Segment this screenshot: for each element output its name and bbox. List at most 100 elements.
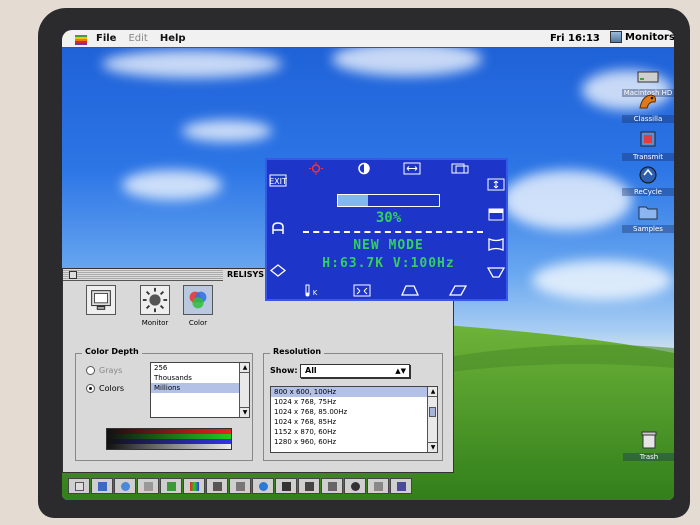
toolbar-label: Color <box>188 319 208 327</box>
desktop-icon-recycle[interactable]: ReCycle <box>622 165 674 196</box>
desktop-icon-trash[interactable]: Trash <box>623 430 674 461</box>
strip-button[interactable] <box>252 478 274 494</box>
strip-button[interactable] <box>114 478 136 494</box>
desktop-icon-label: Classilla <box>622 115 674 123</box>
osd-progress-bar <box>337 194 440 207</box>
toolbar-color-button[interactable]: Color <box>178 285 218 335</box>
toolbar-monitor-button[interactable] <box>81 285 121 335</box>
trash-icon <box>641 431 657 449</box>
grays-label: Grays <box>99 366 123 375</box>
scroll-up-icon[interactable]: ▲ <box>428 387 437 397</box>
desktop-icon-classilla[interactable]: Classilla <box>622 92 674 123</box>
menu-help[interactable]: Help <box>160 33 186 44</box>
list-item[interactable]: 256 <box>151 363 249 373</box>
desktop-icon-label: Trash <box>623 453 674 461</box>
scroll-thumb[interactable] <box>429 407 436 417</box>
apple-menu-icon[interactable] <box>74 33 88 45</box>
list-item[interactable]: 1280 x 960, 60Hz <box>271 437 437 447</box>
desktop-icon-label: ReCycle <box>622 188 674 196</box>
colors-label: Colors <box>99 384 125 393</box>
strip-button[interactable] <box>137 478 159 494</box>
list-item[interactable]: 1024 x 768, 85Hz <box>271 417 437 427</box>
osd-progress-fill <box>338 195 369 206</box>
toolbar-label: Monitor <box>141 319 169 327</box>
close-box-icon[interactable] <box>69 271 77 279</box>
monitor-osd-panel: EXIT K 30% NEW MODE H:63.7K V:100Hz <box>265 158 508 301</box>
zoom-icon <box>353 284 371 297</box>
list-item[interactable]: 1152 x 870, 60Hz <box>271 427 437 437</box>
classilla-icon <box>639 94 656 109</box>
grays-radio[interactable]: Grays <box>86 366 122 375</box>
desktop-icon-label: Transmit <box>622 153 674 161</box>
color-depth-scrollbar[interactable]: ▲ ▼ <box>239 363 249 417</box>
list-item[interactable]: Thousands <box>151 373 249 383</box>
scroll-down-icon[interactable]: ▼ <box>240 407 249 417</box>
strip-button[interactable] <box>390 478 412 494</box>
color-icon <box>183 285 213 315</box>
osd-mode-text: NEW MODE <box>353 238 424 253</box>
show-label: Show: <box>270 366 298 375</box>
resolution-scrollbar[interactable]: ▲ ▼ <box>427 387 437 452</box>
cloud <box>122 170 222 200</box>
recycle-icon <box>639 166 657 184</box>
strip-button[interactable] <box>206 478 228 494</box>
vertical-size-icon <box>487 178 505 191</box>
strip-button[interactable] <box>344 478 366 494</box>
exit-icon: EXIT <box>269 174 287 187</box>
control-strip <box>68 477 413 495</box>
screen: File Edit Help Fri 16:13 Monitors Macint… <box>62 30 674 500</box>
horizontal-position-icon <box>451 163 469 174</box>
desktop-icon-transmit[interactable]: Transmit <box>622 130 674 161</box>
color-depth-group: Color Depth Grays Colors 256 Thousands M… <box>75 347 253 461</box>
strip-button[interactable] <box>68 478 90 494</box>
contrast-icon <box>358 162 370 175</box>
radio-indicator <box>86 366 95 375</box>
osd-frequency-text: H:63.7K V:100Hz <box>322 256 455 271</box>
color-temperature-icon: K <box>305 284 318 297</box>
scroll-down-icon[interactable]: ▼ <box>428 442 437 452</box>
horizontal-size-icon <box>403 162 421 175</box>
color-ramp-preview <box>106 428 232 450</box>
cloud <box>502 170 632 230</box>
osd-progress-label: 30% <box>375 210 402 226</box>
radio-indicator <box>86 384 95 393</box>
strip-button[interactable] <box>367 478 389 494</box>
resolution-list[interactable]: 800 x 600, 100Hz 1024 x 768, 75Hz 1024 x… <box>270 386 438 453</box>
colors-radio[interactable]: Colors <box>86 384 124 393</box>
list-item[interactable]: Millions <box>151 383 249 393</box>
color-depth-list[interactable]: 256 Thousands Millions ▲ ▼ <box>150 362 250 418</box>
list-item[interactable]: 1024 x 768, 85.00Hz <box>271 407 437 417</box>
cloud <box>182 120 272 142</box>
show-popup-menu[interactable]: All ▲▼ <box>300 364 410 378</box>
folder-icon <box>638 206 658 220</box>
resolution-title: Resolution <box>270 347 325 356</box>
list-item[interactable]: 1024 x 768, 75Hz <box>271 397 437 407</box>
sun-icon <box>309 162 323 175</box>
menu-edit[interactable]: Edit <box>128 33 147 44</box>
menu-clock[interactable]: Fri 16:13 <box>550 33 600 44</box>
application-menu[interactable]: Monitors <box>610 31 674 43</box>
cloud <box>102 50 282 78</box>
trapezoid-bottom-icon <box>401 285 419 296</box>
strip-button[interactable] <box>91 478 113 494</box>
parallelogram-icon <box>449 285 467 296</box>
monitor-icon <box>86 285 116 315</box>
transmit-icon <box>640 131 656 147</box>
resolution-group: Resolution Show: All ▲▼ 800 x 600, 100Hz… <box>263 347 443 461</box>
strip-button[interactable] <box>298 478 320 494</box>
window-title: RELISYS <box>223 269 269 281</box>
menu-file[interactable]: File <box>96 33 116 44</box>
strip-button[interactable] <box>321 478 343 494</box>
desktop-icon-samples[interactable]: Samples <box>622 202 674 233</box>
scroll-up-icon[interactable]: ▲ <box>240 363 249 373</box>
strip-button[interactable] <box>160 478 182 494</box>
strip-button[interactable] <box>275 478 297 494</box>
strip-button[interactable] <box>183 478 205 494</box>
monitors-app-icon <box>610 31 622 43</box>
toolbar-brightness-button[interactable]: Monitor <box>135 285 175 335</box>
desktop-icon-label: Samples <box>622 225 674 233</box>
brightness-icon <box>140 285 170 315</box>
strip-button[interactable] <box>229 478 251 494</box>
svg-text:EXIT: EXIT <box>269 177 287 186</box>
list-item[interactable]: 800 x 600, 100Hz <box>271 387 437 397</box>
